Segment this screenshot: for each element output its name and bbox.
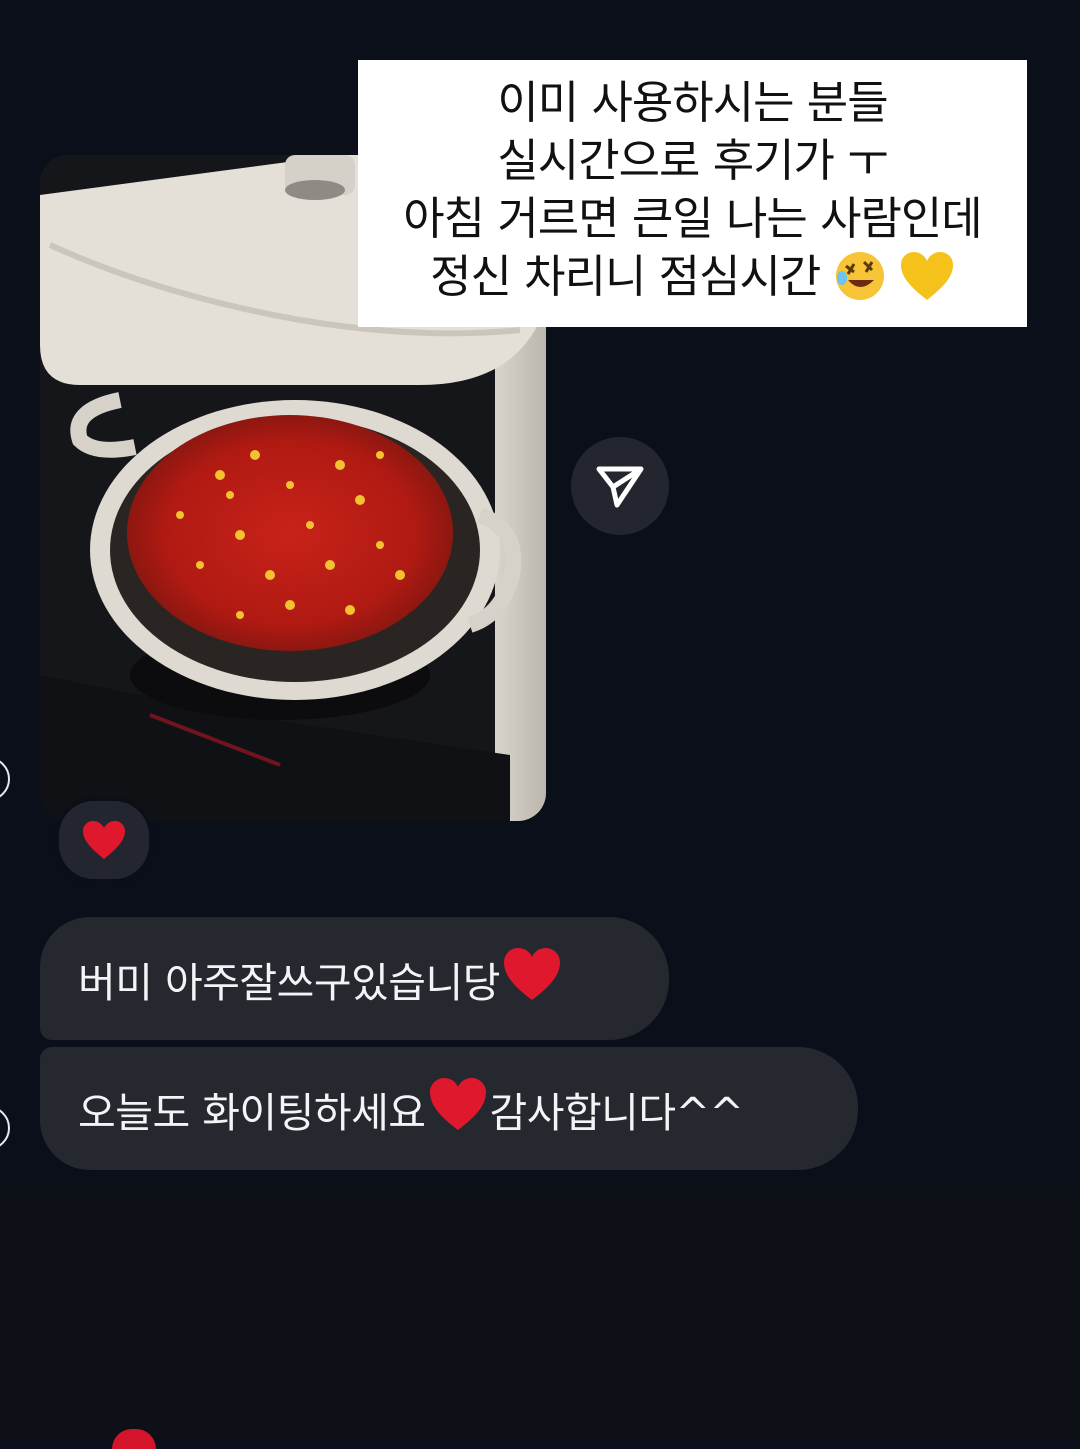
rolling-on-floor-laughing-emoji [834,250,886,316]
caption-line-with-emoji: 정신 차리니 점심시간 [366,248,1019,316]
message-text: 버미 아주잘쓰구있습니당 [78,958,500,1007]
message-bubble[interactable]: 오늘도 화이팅하세요 감사합니다^^ [40,1047,858,1170]
red-heart-emoji [83,821,125,859]
red-heart-emoji [428,1076,488,1142]
chat-thread: 이미 사용하시는 분들 실시간으로 후기가 ㅜ 아침 거르면 큰일 나는 사람인… [0,0,1080,1188]
share-button[interactable] [571,437,669,535]
sender-avatar[interactable] [0,1106,10,1150]
caption-line: 아침 거르면 큰일 나는 사람인데 [403,192,982,245]
empty-thread-area [0,1188,1080,1439]
sender-avatar[interactable] [0,757,10,801]
overlay-caption: 이미 사용하시는 분들 실시간으로 후기가 ㅜ 아침 거르면 큰일 나는 사람인… [358,60,1027,327]
message-text: 감사합니다^^ [489,1088,744,1137]
caption-line: 실시간으로 후기가 ㅜ [497,134,888,187]
message-text: 오늘도 화이팅하세요 [78,1088,426,1137]
message-bubble[interactable]: 버미 아주잘쓰구있습니당 [40,917,669,1040]
caption-line: 정신 차리니 점심시간 [430,250,821,303]
heart-reaction[interactable] [55,797,153,883]
yellow-heart-emoji [899,250,955,316]
red-heart-emoji [502,946,562,1012]
paper-plane-icon [596,466,644,508]
caption-line: 이미 사용하시는 분들 [497,76,888,129]
